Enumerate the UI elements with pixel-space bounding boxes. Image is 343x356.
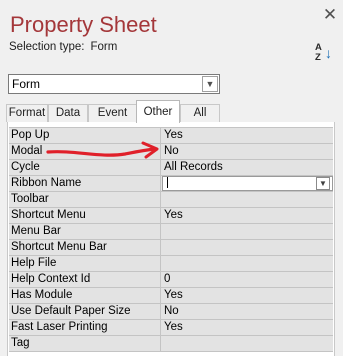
property-row-cycle[interactable]: Cycle All Records bbox=[9, 160, 333, 176]
property-row-help-file[interactable]: Help File bbox=[9, 256, 333, 272]
property-value[interactable] bbox=[162, 192, 333, 207]
property-row-use-default-paper-size[interactable]: Use Default Paper Size No bbox=[9, 304, 333, 320]
sort-button[interactable]: A Z ↓ bbox=[315, 43, 335, 65]
property-row-fast-laser-printing[interactable]: Fast Laser Printing Yes bbox=[9, 320, 333, 336]
object-selector[interactable]: Form ▼ bbox=[8, 74, 220, 94]
property-name: Help Context Id bbox=[9, 272, 161, 287]
property-name: Tag bbox=[9, 336, 161, 351]
property-row-menu-bar[interactable]: Menu Bar bbox=[9, 224, 333, 240]
property-name: Help File bbox=[9, 256, 161, 271]
tab-all[interactable]: All bbox=[180, 104, 220, 122]
property-name: Has Module bbox=[9, 288, 161, 303]
property-name: Ribbon Name bbox=[9, 176, 161, 191]
property-value[interactable]: Yes bbox=[162, 320, 333, 335]
property-value[interactable] bbox=[162, 336, 333, 351]
property-value-editor[interactable]: ▼ bbox=[162, 176, 333, 191]
property-value[interactable]: All Records bbox=[162, 160, 333, 175]
property-name: Shortcut Menu Bar bbox=[9, 240, 161, 255]
property-row-has-module[interactable]: Has Module Yes bbox=[9, 288, 333, 304]
property-name: Toolbar bbox=[9, 192, 161, 207]
property-value[interactable] bbox=[162, 256, 333, 271]
property-name: Cycle bbox=[9, 160, 161, 175]
property-value[interactable]: Yes bbox=[162, 208, 333, 223]
close-button[interactable]: ✕ bbox=[322, 6, 338, 24]
property-value[interactable]: Yes bbox=[162, 288, 333, 303]
property-value[interactable] bbox=[162, 224, 333, 239]
property-row-tag[interactable]: Tag bbox=[9, 336, 333, 352]
tab-event[interactable]: Event bbox=[88, 104, 137, 122]
tab-data[interactable]: Data bbox=[48, 104, 88, 122]
property-value[interactable] bbox=[162, 240, 333, 255]
property-value[interactable]: No bbox=[162, 144, 333, 159]
property-row-shortcut-menu[interactable]: Shortcut Menu Yes bbox=[9, 208, 333, 224]
property-row-help-context-id[interactable]: Help Context Id 0 bbox=[9, 272, 333, 288]
selection-type-label: Selection type: bbox=[9, 41, 85, 53]
chevron-down-icon[interactable]: ▼ bbox=[316, 177, 330, 190]
property-name: Modal bbox=[9, 144, 161, 159]
property-row-modal[interactable]: Modal No bbox=[9, 144, 333, 160]
property-value[interactable]: No bbox=[162, 304, 333, 319]
property-row-ribbon-name[interactable]: Ribbon Name ▼ bbox=[9, 176, 333, 192]
tab-format[interactable]: Format bbox=[6, 104, 48, 122]
selection-type: Selection type: Form bbox=[9, 41, 117, 53]
property-name: Menu Bar bbox=[9, 224, 161, 239]
property-row-shortcut-menu-bar[interactable]: Shortcut Menu Bar bbox=[9, 240, 333, 256]
tab-other[interactable]: Other bbox=[136, 100, 180, 123]
property-name: Shortcut Menu bbox=[9, 208, 161, 223]
property-value[interactable]: 0 bbox=[162, 272, 333, 287]
property-name: Fast Laser Printing bbox=[9, 320, 161, 335]
property-grid: Pop Up Yes Modal No Cycle All Records Ri… bbox=[9, 127, 333, 352]
text-caret bbox=[167, 177, 168, 189]
selection-type-value: Form bbox=[90, 41, 118, 53]
close-icon: ✕ bbox=[322, 5, 338, 24]
object-selector-value: Form bbox=[12, 77, 40, 91]
property-row-toolbar[interactable]: Toolbar bbox=[9, 192, 333, 208]
property-value[interactable]: Yes bbox=[162, 128, 333, 143]
property-row-pop-up[interactable]: Pop Up Yes bbox=[9, 128, 333, 144]
property-name: Pop Up bbox=[9, 128, 161, 143]
chevron-down-icon[interactable]: ▼ bbox=[202, 76, 218, 92]
panel-title: Property Sheet bbox=[10, 12, 157, 37]
property-name: Use Default Paper Size bbox=[9, 304, 161, 319]
